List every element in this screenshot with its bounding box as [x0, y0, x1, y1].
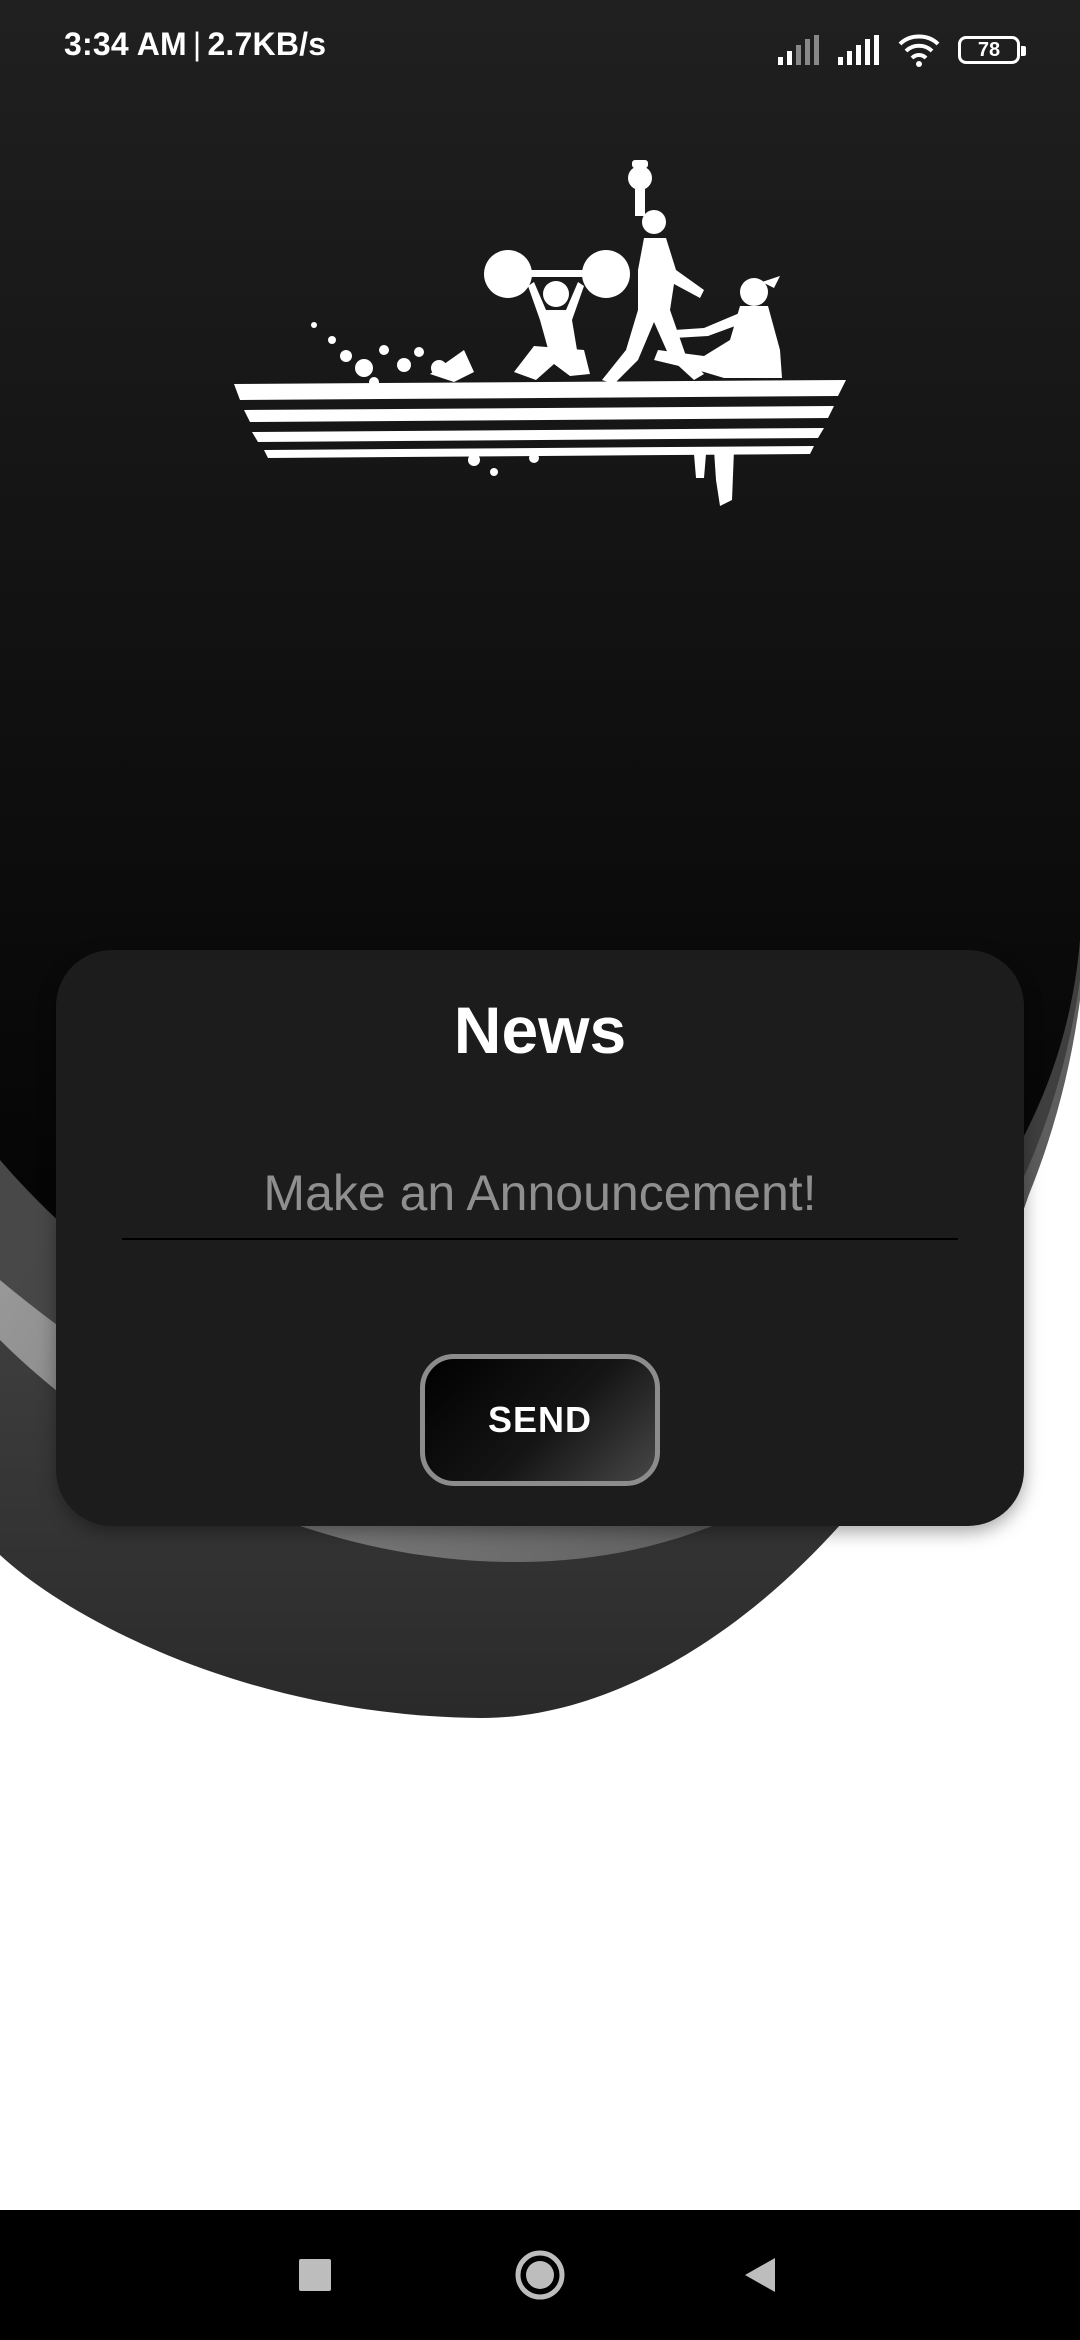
card-title: News — [453, 993, 627, 1067]
signal-icon — [838, 35, 880, 65]
navigation-bar — [0, 2210, 1080, 2340]
status-left: 3:34 AM | 2.7KB/s — [64, 26, 326, 63]
wifi-icon — [898, 33, 940, 67]
status-time: 3:34 AM — [64, 26, 187, 62]
status-separator: | — [192, 26, 202, 62]
send-button[interactable]: SEND — [420, 1354, 660, 1486]
recents-square-icon — [299, 2259, 331, 2291]
back-triangle-icon — [745, 2258, 775, 2292]
fitness-athletes-logo — [234, 160, 846, 506]
recents-button[interactable] — [255, 2210, 375, 2340]
news-card: News SEND — [56, 950, 1024, 1526]
status-icons: 78 — [778, 28, 1026, 72]
status-net-speed: 2.7KB/s — [207, 26, 327, 62]
battery-icon: 78 — [958, 36, 1026, 64]
announcement-input[interactable] — [122, 1148, 958, 1240]
signal-icon — [778, 35, 820, 65]
home-button[interactable] — [480, 2210, 600, 2340]
back-button[interactable] — [700, 2210, 820, 2340]
status-bar: 3:34 AM | 2.7KB/s 78 — [0, 0, 1080, 96]
home-circle-icon — [515, 2250, 565, 2300]
battery-level: 78 — [977, 38, 1001, 61]
